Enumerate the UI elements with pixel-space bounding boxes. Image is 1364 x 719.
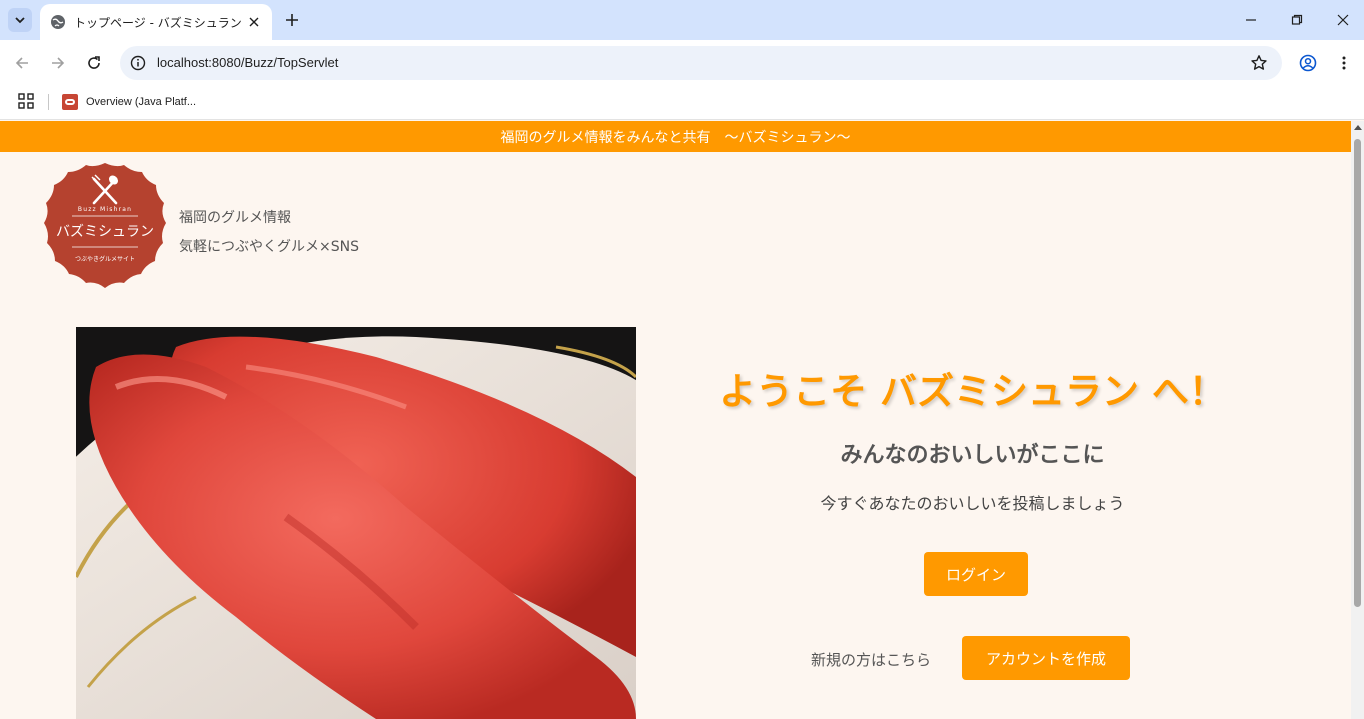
chevron-down-icon [15,17,25,24]
profile-button[interactable] [1296,51,1320,75]
bookmarks-bar: Overview (Java Platf... [0,86,1364,120]
forward-button[interactable] [46,51,70,75]
logo-bottom-text: つぶやきグルメサイト [75,255,135,263]
tab-close-button[interactable] [246,14,262,30]
site-logo[interactable]: Buzz Mishran バズミシュラン つぶやきグルメサイト [42,161,168,293]
hero-food-image [76,327,636,719]
welcome-heading: ようこそ バズミシュラン へ！ [719,370,1226,413]
logo-top-text: Buzz Mishran [78,206,132,213]
hero-description: 今すぐあなたのおいしいを投稿しましょう [820,494,1125,513]
menu-button[interactable] [1332,51,1356,75]
signup-prompt: 新規の方はこちら [811,651,932,669]
new-tab-button[interactable] [280,8,304,32]
hero-subtitle: みんなのおいしいがここに [840,443,1105,468]
bookmark-java-overview[interactable]: Overview (Java Platf... [62,91,196,113]
restore-button[interactable] [1274,0,1320,40]
bookmarks-separator [48,94,49,110]
restore-icon [1291,14,1303,25]
account-icon [1299,54,1317,72]
address-bar[interactable]: localhost:8080/Buzz/TopServlet [120,46,1282,80]
plus-icon [286,14,298,26]
tab-search-button[interactable] [8,8,32,32]
scrollbar-thumb[interactable] [1354,139,1361,607]
create-account-button[interactable]: アカウントを作成 [962,636,1130,680]
reload-button[interactable] [82,51,106,75]
window-close-button[interactable] [1320,0,1364,40]
url-text: localhost:8080/Buzz/TopServlet [157,55,339,70]
close-icon [1337,14,1349,26]
scroll-up-arrow-icon[interactable] [1354,125,1362,130]
arrow-right-icon [52,57,65,69]
logo-main-text: バズミシュラン [56,224,154,240]
browser-tab-active[interactable]: トップページ - バズミシュラン [40,4,272,40]
more-vert-icon [1342,56,1346,70]
back-button[interactable] [10,51,34,75]
tab-title: トップページ - バズミシュラン [74,15,242,30]
bookmark-label: Overview (Java Platf... [86,96,197,108]
tagline-line1: 福岡のグルメ情報 [179,210,291,226]
apps-grid-icon[interactable] [18,93,34,109]
close-icon [249,17,259,27]
star-icon[interactable] [1250,54,1268,72]
login-button[interactable]: ログイン [924,552,1028,596]
browser-tabstrip: トップページ - バズミシュラン [0,0,1364,40]
reload-icon [88,56,100,69]
page-scrollbar[interactable] [1351,121,1364,719]
tagline-line2: 気軽につぶやくグルメ×SNS [179,239,359,255]
info-icon[interactable] [130,55,146,71]
minimize-icon [1246,19,1256,21]
page-viewport: 福岡のグルメ情報をみんなと共有 ～バズミシュラン～ Buzz Mishran バ… [0,121,1351,719]
minimize-button[interactable] [1228,0,1274,40]
globe-icon [51,15,65,29]
oracle-icon [62,94,78,110]
arrow-left-icon [15,57,28,69]
top-banner: 福岡のグルメ情報をみんなと共有 ～バズミシュラン～ [0,121,1351,152]
browser-toolbar: localhost:8080/Buzz/TopServlet [0,40,1364,86]
